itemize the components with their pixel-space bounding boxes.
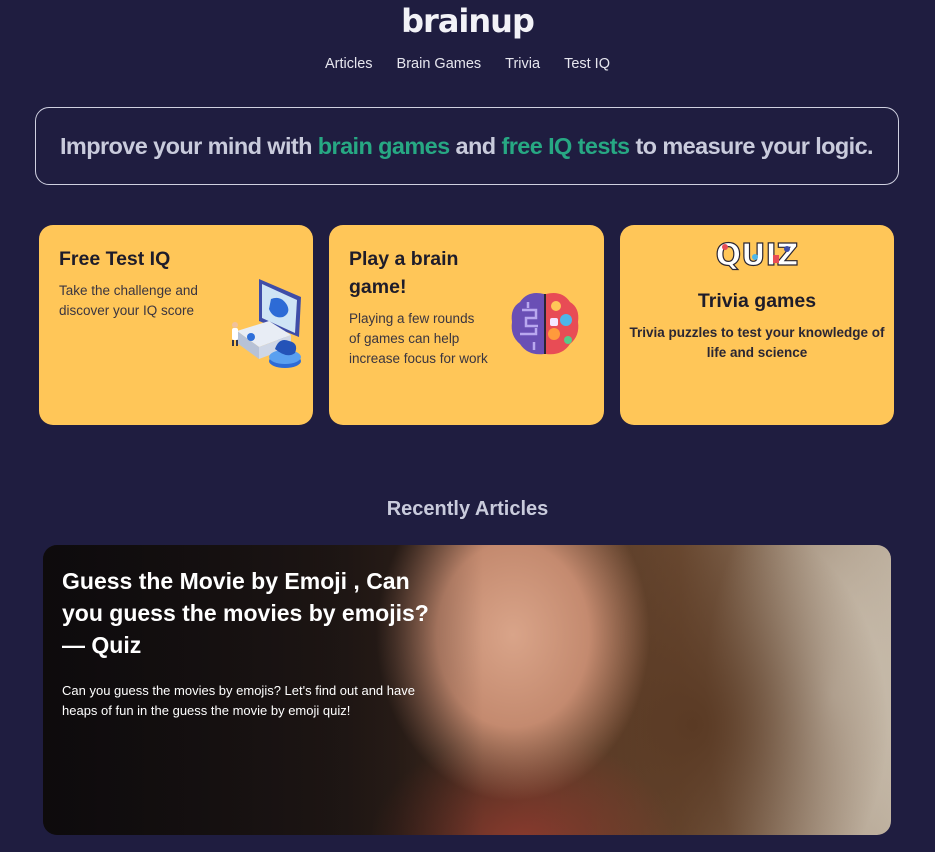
card-brain-game[interactable]: Play a brain game! Playing a few rounds …: [329, 225, 604, 425]
computer-brain-icon: [232, 279, 301, 368]
nav-test-iq[interactable]: Test IQ: [564, 56, 610, 72]
card-description: Trivia puzzles to test your knowledge of…: [629, 325, 885, 360]
hero-banner: Improve your mind with brain games and f…: [35, 107, 899, 185]
card-title: Play a brain game!: [349, 248, 459, 298]
article-card[interactable]: Guess the Movie by Emoji , Can you guess…: [43, 545, 891, 835]
card-free-test-iq[interactable]: Free Test IQ Take the challenge and disc…: [39, 225, 313, 425]
hero-text-part: to measure your logic.: [629, 132, 873, 159]
card-trivia-games[interactable]: QUIZ Trivia games Trivia puzzles to test…: [620, 225, 894, 425]
card-description: Take the challenge and discover your IQ …: [59, 283, 198, 318]
card-title: Trivia games: [697, 290, 817, 312]
main-nav: Articles Brain Games Trivia Test IQ: [0, 56, 935, 72]
nav-brain-games[interactable]: Brain Games: [397, 56, 482, 72]
article-title[interactable]: Guess the Movie by Emoji , Can you guess…: [62, 565, 442, 661]
page: brainup Articles Brain Games Trivia Test…: [0, 0, 935, 852]
nav-articles[interactable]: Articles: [325, 56, 373, 72]
hero-text-part: Improve your mind with: [60, 132, 318, 159]
hero-text: Improve your mind with brain games and f…: [60, 132, 874, 160]
hero-text-part: and: [449, 132, 502, 159]
card-description: Playing a few rounds of games can help i…: [349, 311, 488, 366]
hero-accent-iq-tests: free IQ tests: [501, 132, 630, 159]
section-title: Recently Articles: [386, 498, 549, 520]
article-description: Can you guess the movies by emojis? Let'…: [62, 683, 415, 718]
brainup-logo[interactable]: brainup: [0, 2, 935, 40]
nav-trivia[interactable]: Trivia: [505, 56, 540, 72]
quiz-logo-text: QUIZ: [716, 238, 799, 271]
quiz-logo: QUIZ: [715, 237, 799, 271]
hero-accent-brain-games: brain games: [317, 132, 450, 159]
card-title: Free Test IQ: [59, 248, 171, 270]
colorful-brain-icon: [511, 293, 579, 355]
